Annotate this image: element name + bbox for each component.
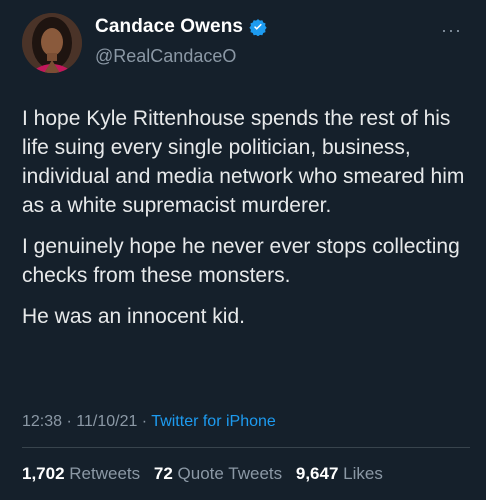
tweet-stats: 1,702 Retweets 72 Quote Tweets 9,647 Lik… <box>22 464 392 484</box>
tweet-time[interactable]: 12:38 <box>22 413 62 430</box>
quote-tweets-label: Quote Tweets <box>177 464 283 483</box>
more-options-icon[interactable]: ··· <box>441 20 462 41</box>
tweet-paragraph: I genuinely hope he never ever stops col… <box>22 235 460 287</box>
author-handle[interactable]: @RealCandaceO <box>95 46 236 67</box>
likes-count: 9,647 <box>295 464 339 483</box>
avatar-image <box>22 13 82 73</box>
avatar[interactable] <box>22 13 82 73</box>
tweet-paragraph: He was an innocent kid. <box>22 305 245 328</box>
tweet-card: Candace Owens @RealCandaceO ··· I hope K… <box>0 0 486 500</box>
meta-separator: · <box>137 413 152 430</box>
retweets-label: Retweets <box>69 464 141 483</box>
likes-stat[interactable]: 9,647 Likes <box>296 464 383 483</box>
retweets-count: 1,702 <box>22 464 65 483</box>
tweet-source-link[interactable]: Twitter for iPhone <box>151 413 276 430</box>
retweets-stat[interactable]: 1,702 Retweets <box>22 464 140 483</box>
divider <box>22 447 470 448</box>
verified-badge-icon <box>249 18 267 37</box>
quote-tweets-count: 72 <box>153 464 173 483</box>
meta-separator: · <box>62 413 77 430</box>
author-name-row: Candace Owens <box>95 16 267 38</box>
tweet-text: I hope Kyle Rittenhouse spends the rest … <box>22 104 472 343</box>
display-name[interactable]: Candace Owens <box>95 16 243 38</box>
quote-tweets-stat[interactable]: 72 Quote Tweets <box>154 464 282 483</box>
tweet-paragraph: I hope Kyle Rittenhouse spends the rest … <box>22 107 465 217</box>
likes-label: Likes <box>343 464 383 483</box>
tweet-date[interactable]: 11/10/21 <box>76 413 137 430</box>
tweet-meta: 12:38 · 11/10/21 · Twitter for iPhone <box>22 413 276 431</box>
